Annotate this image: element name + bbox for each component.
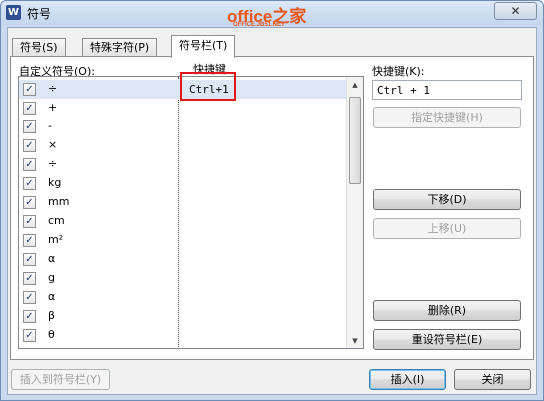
vertical-scrollbar[interactable]: ▲ ▼ (346, 77, 363, 348)
scroll-up-arrow-icon[interactable]: ▲ (347, 77, 363, 93)
checkbox[interactable]: ✓ (23, 329, 36, 342)
symbol-dialog: W 符号 office之家 OFFICE.JB51.NET ✕ 符号(S) 特殊… (0, 0, 544, 401)
list-item[interactable]: ✓ - (19, 117, 355, 136)
title-bar: W 符号 office之家 OFFICE.JB51.NET ✕ (1, 1, 543, 28)
shortcut-key-label: 快捷键(K): (372, 65, 425, 78)
list-item[interactable]: ✓ × (19, 136, 355, 155)
wps-writer-icon: W (6, 5, 21, 20)
symbol-cell: β (48, 309, 56, 322)
symbol-cell: g (48, 271, 55, 284)
custom-symbol-list[interactable]: ✓ ÷ Ctrl+1 ✓ + ✓ - ✓ × ✓ ÷ ✓ kg ✓ mm ✓ c… (18, 76, 364, 349)
symbol-cell: + (48, 101, 58, 114)
reset-symbol-bar-button[interactable]: 重设符号栏(E) (373, 329, 521, 350)
list-item[interactable]: ✓ mm (19, 193, 355, 212)
symbol-cell: kg (48, 176, 62, 189)
checkbox[interactable]: ✓ (23, 253, 36, 266)
list-item[interactable]: ✓ g (19, 269, 355, 288)
checkbox[interactable]: ✓ (23, 120, 36, 133)
red-highlight-annotation (180, 72, 236, 101)
symbol-cell: cm (48, 214, 65, 227)
list-item[interactable]: ✓ + (19, 99, 355, 118)
symbol-cell: m² (48, 233, 64, 246)
window-close-button[interactable]: ✕ (494, 2, 537, 20)
list-item[interactable]: ✓ ÷ (19, 155, 355, 174)
tab-strip: 符号(S) 特殊字符(P) 符号栏(T) (8, 35, 538, 58)
checkbox[interactable]: ✓ (23, 102, 36, 115)
symbol-cell: mm (48, 195, 70, 208)
tab-special-characters[interactable]: 特殊字符(P) (82, 38, 158, 57)
list-item[interactable]: ✓ θ (19, 326, 355, 345)
list-item[interactable]: ✓ β (19, 307, 355, 326)
checkbox[interactable]: ✓ (23, 234, 36, 247)
list-item[interactable]: ✓ α (19, 250, 355, 269)
shortcut-key-field[interactable]: Ctrl + 1 (372, 80, 522, 100)
symbol-cell: ÷ (48, 82, 58, 95)
insert-to-symbol-bar-button[interactable]: 插入到符号栏(Y) (11, 369, 110, 390)
list-item[interactable]: ✓ α (19, 288, 355, 307)
move-down-button[interactable]: 下移(D) (373, 189, 521, 210)
checkbox[interactable]: ✓ (23, 177, 36, 190)
symbol-cell: - (48, 119, 52, 132)
checkbox[interactable]: ✓ (23, 83, 36, 96)
checkbox[interactable]: ✓ (23, 139, 36, 152)
symbol-cell: ÷ (48, 157, 58, 170)
symbol-cell: × (48, 138, 58, 151)
scroll-down-arrow-icon[interactable]: ▼ (347, 333, 363, 348)
move-up-button[interactable]: 上移(U) (373, 218, 521, 239)
checkbox[interactable]: ✓ (23, 158, 36, 171)
symbol-cell: α (48, 252, 56, 265)
checkbox[interactable]: ✓ (23, 215, 36, 228)
symbol-cell: θ (48, 328, 55, 341)
tab-symbol-bar[interactable]: 符号栏(T) (171, 35, 236, 58)
insert-button[interactable]: 插入(I) (369, 369, 446, 390)
close-button[interactable]: 关闭 (454, 369, 531, 390)
list-item[interactable]: ✓ kg (19, 174, 355, 193)
checkbox[interactable]: ✓ (23, 196, 36, 209)
list-item[interactable]: ✓ m² (19, 231, 355, 250)
tab-symbols[interactable]: 符号(S) (12, 38, 66, 57)
scrollbar-thumb[interactable] (349, 97, 361, 184)
window-title: 符号 (27, 7, 52, 21)
assign-shortcut-button[interactable]: 指定快捷键(H) (373, 107, 521, 128)
checkbox[interactable]: ✓ (23, 291, 36, 304)
list-item[interactable]: ✓ cm (19, 212, 355, 231)
symbol-cell: α (48, 290, 56, 303)
checkbox[interactable]: ✓ (23, 272, 36, 285)
delete-button[interactable]: 删除(R) (373, 300, 521, 321)
checkbox[interactable]: ✓ (23, 310, 36, 323)
